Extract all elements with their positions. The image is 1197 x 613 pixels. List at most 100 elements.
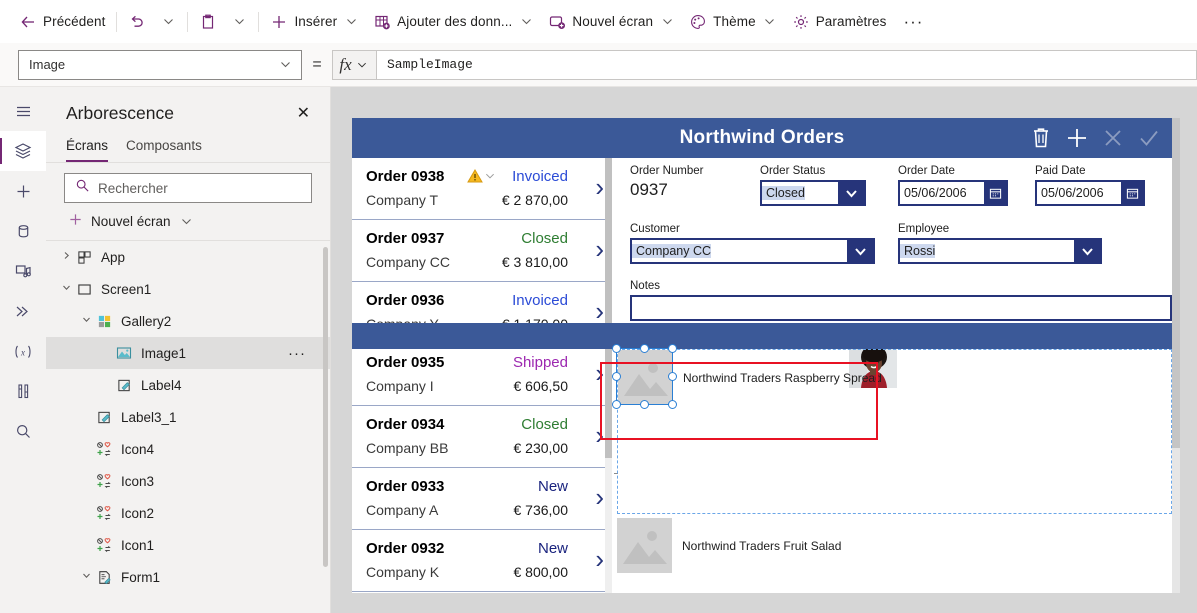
chevron-down-icon[interactable]	[78, 571, 94, 583]
search-input[interactable]: Rechercher	[64, 173, 312, 203]
tree-item-label: Form1	[121, 569, 161, 585]
cancel-icon[interactable]	[1096, 121, 1130, 155]
chevron-down-icon[interactable]	[847, 240, 873, 262]
media-icon[interactable]	[0, 251, 46, 291]
tree-item-gallery2[interactable]: Gallery2	[46, 305, 330, 337]
canvas-vertical-scrollbar[interactable]	[1172, 118, 1180, 593]
tree-view-icon[interactable]	[0, 131, 46, 171]
paste-dropdown[interactable]	[224, 6, 254, 38]
check-icon[interactable]	[1132, 121, 1166, 155]
tree-item-app[interactable]: App	[46, 241, 330, 273]
tab-ecrans[interactable]: Écrans	[66, 136, 109, 162]
order-date-field-label: Order Date	[898, 165, 955, 177]
tree-item-image1[interactable]: Image1 ···	[46, 337, 330, 369]
notes-field-label: Notes	[630, 280, 661, 292]
calendar-icon[interactable]	[984, 182, 1006, 204]
order-date-picker[interactable]: 05/06/2006	[898, 180, 1008, 206]
customer-dropdown[interactable]: Company CC	[630, 238, 875, 264]
orders-gallery[interactable]: Order 0938 Invoiced Company T € 2 870,00…	[352, 158, 612, 593]
power-automate-icon[interactable]	[0, 291, 46, 331]
chevron-right-icon[interactable]: ›	[595, 174, 604, 200]
resize-handle-nw[interactable]	[612, 344, 621, 353]
settings-button[interactable]: Paramètres	[785, 6, 894, 38]
tree-panel-header: Arborescence ✕	[46, 87, 330, 132]
chevron-right-icon[interactable]: ›	[595, 546, 604, 572]
tree-item-icon2[interactable]: Icon2	[46, 497, 330, 529]
theme-button[interactable]: Thème	[682, 6, 785, 38]
add-icon[interactable]	[1060, 121, 1094, 155]
tree-item-screen1[interactable]: Screen1	[46, 273, 330, 305]
resize-handle-ne[interactable]	[668, 344, 677, 353]
customer-field-label: Customer	[630, 223, 680, 235]
overflow-menu-button[interactable]: ···	[893, 12, 933, 32]
order-status-dropdown[interactable]: Closed	[760, 180, 866, 206]
tree-scrollbar[interactable]	[323, 247, 328, 567]
gallery-row[interactable]: Order 0932 New Company K € 800,00 ›	[352, 530, 612, 592]
new-screen-tree-button[interactable]: Nouvel écran	[46, 203, 330, 241]
chevron-down-icon[interactable]	[58, 283, 74, 295]
order-status-field-label: Order Status	[760, 165, 826, 177]
gallery-row[interactable]: Order 0933 New Company A € 736,00 ›	[352, 468, 612, 530]
detail-section-header	[352, 323, 1172, 349]
gallery-row[interactable]: Order 0938 Invoiced Company T € 2 870,00…	[352, 158, 612, 220]
chevron-down-icon	[762, 14, 778, 30]
chevron-down-icon[interactable]	[838, 182, 864, 204]
data-icon[interactable]	[0, 211, 46, 251]
gallery-row[interactable]: Order 0934 Closed Company BB € 230,00 ›	[352, 406, 612, 468]
trash-icon[interactable]	[1024, 121, 1058, 155]
icon-icon	[94, 473, 114, 489]
chevron-right-icon[interactable]: ›	[595, 298, 604, 324]
warning-icon[interactable]	[467, 168, 495, 184]
variables-icon[interactable]: x	[0, 331, 46, 371]
paid-date-field: Paid Date 05/06/2006	[1035, 165, 1145, 206]
tab-composants[interactable]: Composants	[126, 136, 202, 162]
tree-item-label3-1[interactable]: Label3_1	[46, 401, 330, 433]
tree-item-icon1[interactable]: Icon1	[46, 529, 330, 561]
amount-label: € 736,00	[513, 502, 569, 518]
tree-item-icon3[interactable]: Icon3	[46, 465, 330, 497]
add-data-button[interactable]: Ajouter des donn...	[366, 6, 541, 38]
close-icon[interactable]: ✕	[293, 104, 314, 124]
paste-button[interactable]	[192, 6, 224, 38]
property-selector[interactable]: Image	[18, 49, 302, 80]
tools-icon[interactable]	[0, 371, 46, 411]
chevron-down-icon	[231, 14, 247, 30]
order-number-label: Order 0934	[366, 415, 445, 433]
search-icon[interactable]	[0, 411, 46, 451]
undo-dropdown[interactable]	[153, 6, 183, 38]
chevron-down-icon[interactable]	[78, 315, 94, 327]
chevron-right-icon[interactable]	[58, 251, 74, 263]
chevron-down-icon[interactable]	[1074, 240, 1100, 262]
insert-button[interactable]: Insérer	[263, 6, 366, 38]
order-status-label: Invoiced	[512, 167, 568, 185]
back-button[interactable]: Précédent	[12, 6, 112, 38]
employee-dropdown[interactable]: Rossi	[898, 238, 1102, 264]
tree-tabs: Écrans Composants	[46, 132, 330, 163]
fx-button[interactable]: fx	[332, 49, 376, 80]
svg-text:x: x	[20, 347, 25, 357]
tree-item-label4[interactable]: Label4	[46, 369, 330, 401]
company-label: Company T	[366, 192, 439, 208]
calendar-icon[interactable]	[1121, 182, 1143, 204]
tree-item-icon4[interactable]: Icon4	[46, 433, 330, 465]
tree-item-more-icon[interactable]: ···	[288, 345, 306, 362]
new-screen-button[interactable]: Nouvel écran	[541, 6, 682, 38]
paid-date-picker[interactable]: 05/06/2006	[1035, 180, 1145, 206]
insert-icon[interactable]	[0, 171, 46, 211]
hamburger-icon[interactable]	[0, 91, 46, 131]
tree-item-list: App Screen1 Gallery2 Image1 ··· Label4 L…	[46, 241, 330, 585]
resize-handle-n[interactable]	[640, 344, 649, 353]
fx-label: fx	[339, 54, 352, 74]
detail-row[interactable]: Northwind Traders Fruit Salad	[617, 518, 1172, 573]
chevron-right-icon[interactable]: ›	[595, 236, 604, 262]
chevron-right-icon[interactable]: ›	[595, 484, 604, 510]
gallery-row[interactable]: Order 0937 Closed Company CC € 3 810,00 …	[352, 220, 612, 282]
tree-item-form1[interactable]: Form1	[46, 561, 330, 585]
notes-input[interactable]	[630, 295, 1172, 321]
paste-icon	[199, 13, 217, 31]
plus-icon	[68, 212, 83, 230]
undo-button[interactable]	[121, 6, 153, 38]
formula-input[interactable]: SampleImage	[376, 49, 1197, 80]
gallery-row[interactable]: Order 0935 Shipped Company I € 606,50 ›	[352, 344, 612, 406]
chevron-down-icon	[277, 57, 293, 73]
